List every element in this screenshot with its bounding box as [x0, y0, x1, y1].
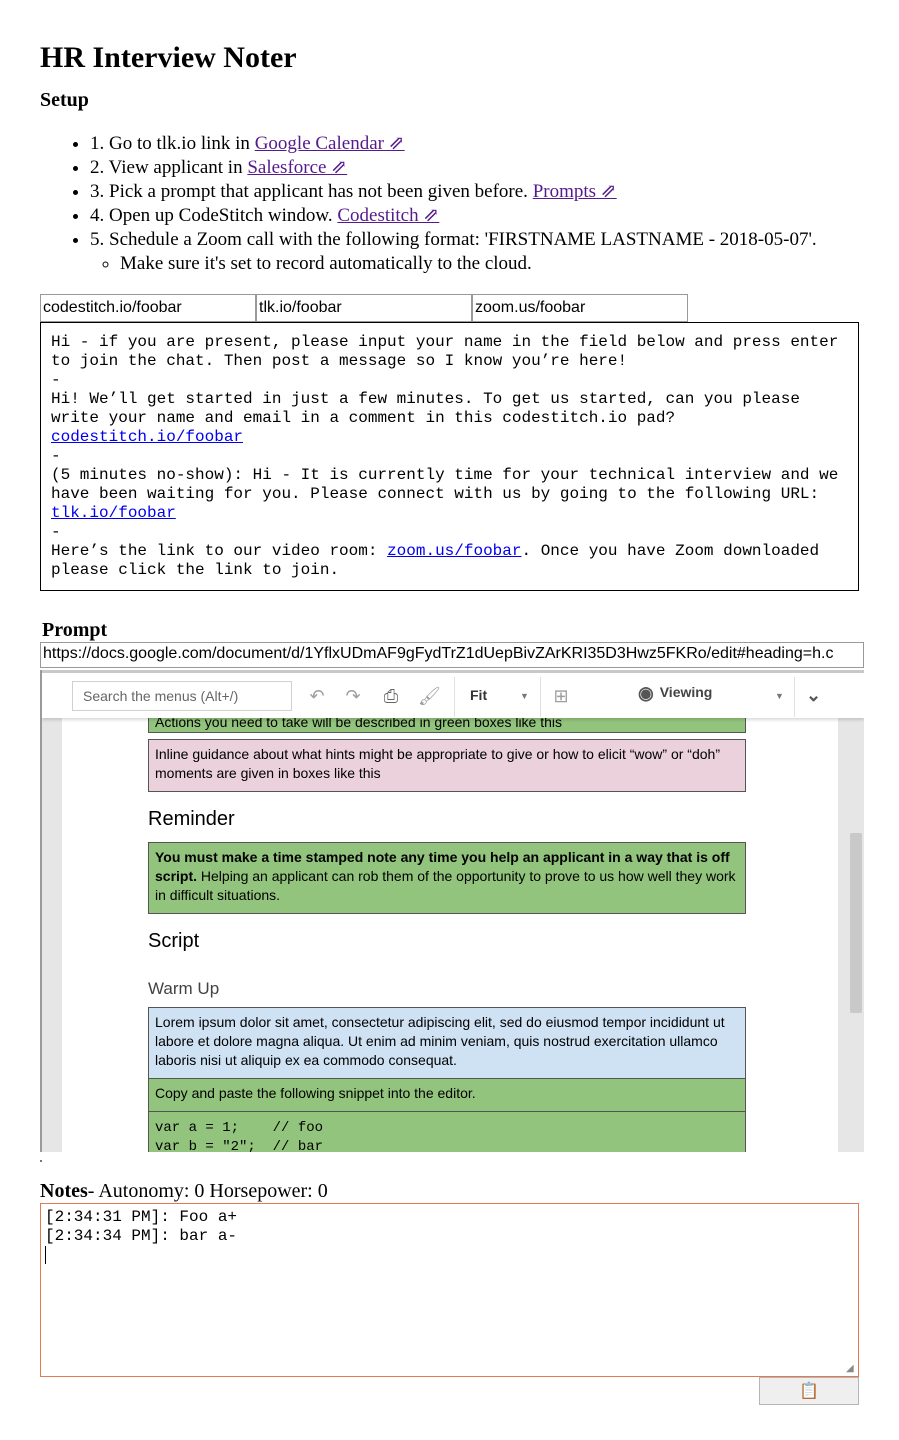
- doc-code-line-2: var b = "2"; // bar: [155, 1139, 324, 1152]
- step-4: 4. Open up CodeStitch window. Codestitch…: [90, 204, 899, 228]
- resize-grip-icon[interactable]: ◢: [846, 1364, 856, 1374]
- doc-toolbar: Search the menus (Alt+/) ↶ ↷ ⎙ 🖌 Fit ▼ ⊞…: [42, 670, 864, 718]
- salesforce-link[interactable]: Salesforce ⇗: [247, 157, 347, 178]
- setup-steps-list: 1. Go to tlk.io link in Google Calendar …: [40, 132, 899, 276]
- script-codestitch-link[interactable]: codestitch.io/foobar: [51, 428, 243, 446]
- zoom-caret-icon: ▼: [520, 691, 529, 701]
- doc-scrollbar[interactable]: [850, 833, 862, 1013]
- print-icon[interactable]: ⎙: [380, 685, 402, 707]
- doc-reminder-box: You must make a time stamped note any ti…: [148, 842, 746, 914]
- page-title: HR Interview Noter: [40, 41, 297, 74]
- script-separator: -: [51, 523, 61, 541]
- note-line-1: [2:34:31 PM]: Foo a+: [45, 1208, 238, 1226]
- step-5-substep: Make sure it's set to record automatical…: [120, 252, 899, 276]
- doc-code-box: var a = 1; // foo var b = "2"; // bar: [148, 1111, 746, 1152]
- redo-icon[interactable]: ↷: [342, 685, 364, 707]
- menu-search-input[interactable]: Search the menus (Alt+/): [72, 681, 292, 711]
- copy-to-clipboard-button[interactable]: 📋: [759, 1377, 859, 1405]
- doc-reminder-heading: Reminder: [148, 808, 235, 830]
- notes-header: Notes- Autonomy: 0 Horsepower: 0: [40, 1180, 328, 1203]
- script-noshow-message: (5 minutes no-show): Hi - It is currentl…: [51, 466, 848, 503]
- script-welcome-message: Hi! We’ll get started in just a few minu…: [51, 390, 810, 427]
- script-zoom-link[interactable]: zoom.us/foobar: [387, 542, 521, 560]
- script-zoom-message-pre: Here’s the link to our video room:: [51, 542, 388, 560]
- add-comment-icon[interactable]: ⊞: [550, 685, 572, 707]
- zoom-select[interactable]: Fit: [470, 687, 487, 703]
- prompts-link[interactable]: Prompts ⇗: [533, 181, 617, 202]
- doc-code-line-1: var a = 1; // foo: [155, 1120, 324, 1136]
- doc-guidance-box: Inline guidance about what hints might b…: [148, 739, 746, 792]
- undo-icon[interactable]: ↶: [306, 685, 328, 707]
- doc-script-heading: Script: [148, 930, 200, 952]
- doc-warmup-heading: Warm Up: [148, 979, 220, 998]
- doc-copy-box: Copy and paste the following snippet int…: [148, 1078, 746, 1112]
- prompt-url-input[interactable]: https://docs.google.com/document/d/1Yflx…: [40, 642, 864, 668]
- toolbar-divider: [454, 677, 455, 717]
- script-join-message: Hi - if you are present, please input yo…: [51, 333, 848, 370]
- tlk-url-input[interactable]: [256, 294, 472, 322]
- toolbar-divider: [540, 677, 541, 717]
- prompt-heading: Prompt: [42, 619, 108, 641]
- doc-reminder-text: Helping an applicant can rob them of the…: [155, 868, 736, 903]
- chevron-down-icon[interactable]: ⌄: [806, 685, 821, 706]
- script-separator: -: [51, 447, 61, 465]
- note-line-2: [2:34:34 PM]: bar a-: [45, 1227, 238, 1245]
- paint-format-icon[interactable]: 🖌: [418, 685, 441, 707]
- doc-page: Actions you need to take will be describ…: [62, 670, 838, 1152]
- google-doc-embed[interactable]: Actions you need to take will be describ…: [40, 670, 864, 1152]
- notes-stats: - Autonomy: 0 Horsepower: 0: [87, 1180, 328, 1202]
- text-cursor: [45, 1246, 46, 1264]
- notes-textarea[interactable]: [2:34:31 PM]: Foo a+ [2:34:34 PM]: bar a…: [40, 1203, 859, 1377]
- step-5: 5. Schedule a Zoom call with the followi…: [90, 228, 899, 276]
- script-separator: -: [51, 371, 61, 389]
- chat-script-box: Hi - if you are present, please input yo…: [40, 322, 859, 591]
- codestitch-link[interactable]: Codestitch ⇗: [337, 205, 439, 226]
- setup-heading: Setup: [40, 89, 89, 111]
- step-1: 1. Go to tlk.io link in Google Calendar …: [90, 132, 899, 156]
- doc-lorem-box: Lorem ipsum dolor sit amet, consectetur …: [148, 1007, 746, 1079]
- zoom-url-input[interactable]: [472, 294, 688, 322]
- google-calendar-link[interactable]: Google Calendar ⇗: [255, 133, 405, 154]
- viewing-mode-button[interactable]: ◉ Viewing: [638, 683, 712, 704]
- codestitch-url-input[interactable]: [40, 294, 256, 322]
- eye-icon: ◉: [638, 683, 654, 703]
- toolbar-divider: [794, 677, 795, 717]
- separator-dot: [40, 1160, 42, 1162]
- url-inputs-row: [40, 294, 688, 322]
- script-tlk-link[interactable]: tlk.io/foobar: [51, 504, 176, 522]
- step-2: 2. View applicant in Salesforce ⇗: [90, 156, 899, 180]
- step-3: 3. Pick a prompt that applicant has not …: [90, 180, 899, 204]
- mode-caret-icon: ▼: [775, 691, 784, 701]
- notes-label: Notes: [40, 1180, 88, 1202]
